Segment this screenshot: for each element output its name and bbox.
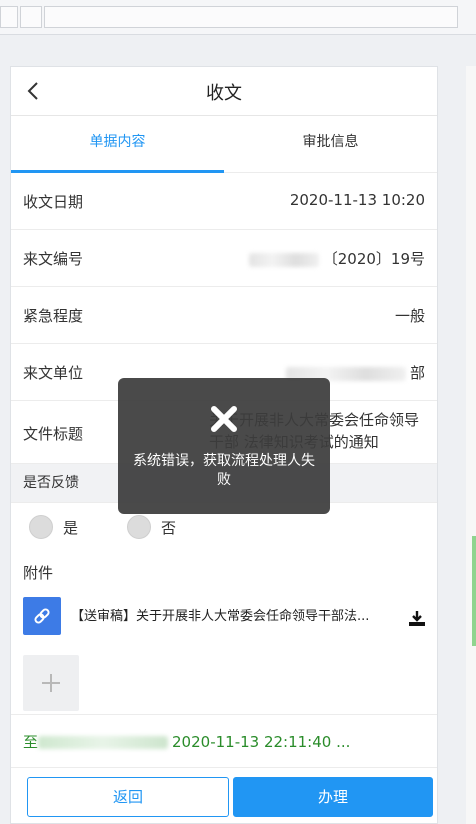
right-edge-strip [466,66,476,824]
attachment-item[interactable]: 【送审稿】关于开展非人大常委会任命领导干部法... [11,589,437,645]
field-value: 一般 [394,307,425,325]
field-label: 来文单位 [23,364,84,382]
field-label: 来文编号 [23,250,84,268]
download-icon[interactable] [407,609,427,629]
close-x-icon [211,406,237,432]
field-receive-date: 收文日期 2020-11-13 10:20 [11,173,437,230]
redacted-text [38,736,169,749]
field-label: 文件标题 [23,425,84,443]
field-label: 收文日期 [23,193,84,211]
attachments-title: 附件 [23,564,54,582]
field-label: 紧急程度 [23,307,84,325]
back-button[interactable]: 返回 [27,777,229,817]
attachment-name[interactable]: 【送审稿】关于开展非人大常委会任命领导干部法... [71,605,387,624]
toast-message: 系统错误，获取流程处理人失败 [133,453,315,488]
action-bar: 返回 办理 [11,775,437,823]
radio-circle[interactable] [127,515,151,539]
page-title: 收文 [206,83,242,104]
flow-record-row[interactable]: 至 2020-11-13 22:11:40 ... [11,714,437,768]
field-value: 部 [409,364,425,382]
top-bar-cell [20,6,42,28]
radio-label: 否 [161,518,177,537]
radio-circle[interactable] [29,515,53,539]
field-value: 2020-11-13 10:20 [289,191,425,209]
radio-no[interactable]: 否 [127,515,176,539]
tab-document-content[interactable]: 单据内容 [11,116,224,173]
field-urgency: 紧急程度 一般 [11,287,437,344]
link-file-icon [23,597,61,635]
tab-approval-info[interactable]: 审批信息 [224,116,437,172]
redacted-text [248,252,319,267]
flow-time: 2020-11-13 22:11:40 ... [172,733,351,751]
handle-button[interactable]: 办理 [233,777,433,817]
error-toast: 系统错误，获取流程处理人失败 [118,378,330,514]
field-value-wrap: 〔2020〕19号 [248,248,425,269]
tab-bar: 单据内容 审批信息 [11,116,437,173]
field-value: 〔2020〕19号 [322,250,425,268]
nav-bar: 收文 [11,67,437,116]
browser-top-bar [0,0,476,35]
field-doc-number: 来文编号 〔2020〕19号 [11,230,437,287]
top-bar-address [44,6,458,28]
top-bar-cell [0,6,18,28]
flow-prefix: 至 [23,733,39,751]
flow-record-text: 至 2020-11-13 22:11:40 ... [23,731,350,752]
add-attachment-button[interactable] [23,655,79,711]
radio-label: 是 [63,518,79,537]
radio-yes[interactable]: 是 [29,515,78,539]
